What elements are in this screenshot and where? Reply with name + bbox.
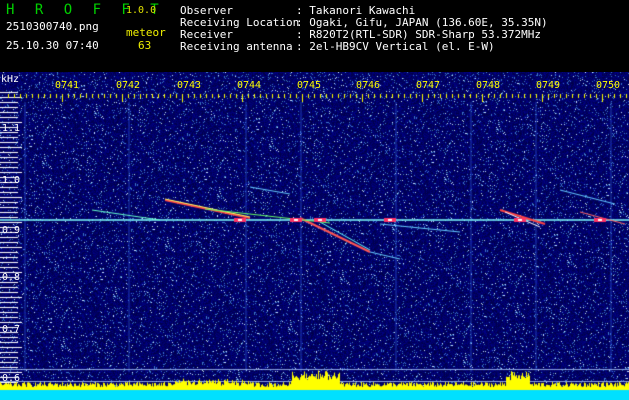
axis-unit-label: kHz	[1, 74, 20, 85]
time-tick: 0748	[476, 80, 501, 91]
time-tick: 0749	[536, 80, 561, 91]
freq-tick: 0.7	[2, 324, 21, 335]
time-tick: 0745	[297, 80, 322, 91]
time-tick: 0741	[55, 80, 80, 91]
time-tick: 0743	[177, 80, 202, 91]
freq-tick: 1.0	[2, 175, 21, 186]
time-tick: 0750	[596, 80, 621, 91]
meteor-count: 63	[138, 39, 152, 52]
time-tick: 0747	[416, 80, 441, 91]
file-datetime: 25.10.30 07:40	[6, 39, 99, 52]
spectrogram-plot	[0, 72, 629, 400]
app-version: 1.0.0	[126, 5, 157, 16]
time-tick: 0744	[237, 80, 262, 91]
freq-tick: 1.1	[2, 123, 21, 134]
time-tick: 0746	[356, 80, 381, 91]
antenna-value: : 2el-HB9CV Vertical (el. E-W)	[296, 40, 495, 53]
freq-tick: 0.8	[2, 272, 21, 283]
meteor-label: meteor	[126, 26, 166, 39]
header-panel: H R O F F T 1.0.0 2510300740.png meteor …	[0, 0, 629, 72]
time-tick: 0742	[116, 80, 141, 91]
freq-tick: 0.6	[2, 373, 21, 384]
antenna-label: Receiving antenna	[180, 40, 293, 53]
file-name: 2510300740.png	[6, 20, 99, 33]
freq-tick: 0.9	[2, 225, 21, 236]
